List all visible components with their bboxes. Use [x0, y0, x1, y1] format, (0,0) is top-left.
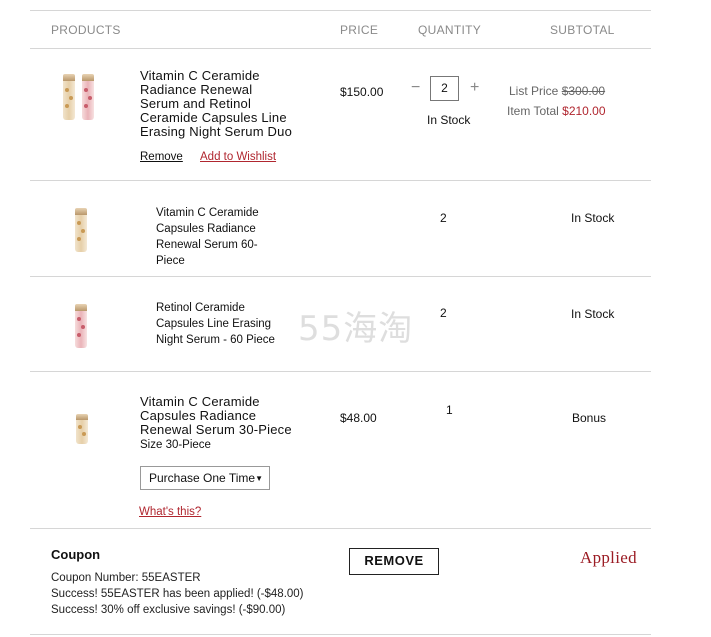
quantity-input[interactable]: 2: [430, 76, 459, 101]
whats-this-link[interactable]: What's this?: [139, 506, 201, 518]
item2-bonus-status: Bonus: [572, 411, 607, 425]
list-price-value: $300.00: [561, 84, 606, 98]
sub1-name-line: Capsules Radiance: [156, 223, 256, 235]
item2-name-line: Renewal Serum 30-Piece: [140, 422, 292, 437]
product-image-vitc-30[interactable]: [74, 414, 90, 446]
item1-list-price: List Price $300.00: [509, 84, 605, 98]
purchase-option-value: Purchase One Time: [149, 471, 256, 485]
product-image-vitc-60: [73, 208, 89, 254]
product-image-retinol-60: [73, 304, 89, 350]
sub2-name: Retinol Ceramide Capsules Line Erasing N…: [156, 300, 275, 348]
divider-row3: [30, 371, 651, 372]
item2-size: Size 30-Piece: [140, 439, 211, 451]
header-quantity: QUANTITY: [418, 23, 482, 37]
item1-item-total: Item Total $210.00: [507, 104, 606, 118]
item1-remove-link[interactable]: Remove: [140, 151, 183, 163]
sub1-name: Vitamin C Ceramide Capsules Radiance Ren…: [156, 205, 259, 269]
purchase-option-select[interactable]: Purchase One Time▼: [140, 466, 270, 490]
sub1-name-line: Renewal Serum 60-: [156, 239, 258, 251]
sub2-quantity: 2: [440, 306, 447, 320]
coupon-number: Coupon Number: 55EASTER: [51, 572, 201, 584]
divider-row2: [30, 276, 651, 277]
divider-bottom: [30, 634, 651, 635]
sub1-quantity: 2: [440, 211, 447, 225]
caret-down-icon: ▼: [255, 474, 263, 483]
item1-name-line: Erasing Night Serum Duo: [140, 124, 292, 139]
item2-name-line: Capsules Radiance: [140, 408, 257, 423]
sub2-name-line: Retinol Ceramide: [156, 302, 245, 314]
item2-quantity: 1: [446, 403, 453, 417]
item1-wishlist-link[interactable]: Add to Wishlist: [200, 151, 276, 163]
watermark: 55海淘: [298, 309, 414, 349]
sub1-name-line: Vitamin C Ceramide: [156, 207, 259, 219]
item1-name-line: Serum and Retinol: [140, 96, 252, 111]
item2-price: $48.00: [340, 411, 377, 425]
remove-coupon-button[interactable]: REMOVE: [349, 548, 439, 575]
item-total-label: Item Total: [507, 104, 559, 118]
item2-name[interactable]: Vitamin C Ceramide Capsules Radiance Ren…: [140, 395, 292, 437]
coupon-applied-status: Applied: [580, 548, 637, 567]
item-total-value: $210.00: [562, 104, 606, 118]
sub2-name-line: Night Serum - 60 Piece: [156, 334, 275, 346]
divider-top: [30, 10, 651, 11]
header-products: PRODUCTS: [51, 23, 121, 37]
item1-price: $150.00: [340, 85, 384, 99]
item1-name-line: Ceramide Capsules Line: [140, 110, 287, 125]
sub2-stock-status: In Stock: [571, 307, 615, 321]
item1-stock-status: In Stock: [427, 113, 471, 127]
header-price: PRICE: [340, 23, 379, 37]
item1-name-line: Radiance Renewal: [140, 82, 253, 97]
divider-row4: [30, 528, 651, 529]
item1-name-line: Vitamin C Ceramide: [140, 68, 260, 83]
sub1-stock-status: In Stock: [571, 211, 615, 225]
quantity-decrease-button[interactable]: −: [411, 80, 420, 96]
divider-row1: [30, 180, 651, 181]
list-price-label: List Price: [509, 84, 559, 98]
coupon-success-message: Success! 30% off exclusive savings! (-$9…: [51, 604, 286, 616]
coupon-success-message: Success! 55EASTER has been applied! (-$4…: [51, 588, 304, 600]
quantity-increase-button[interactable]: +: [470, 80, 479, 96]
product-image-duo[interactable]: [60, 72, 100, 124]
item1-name[interactable]: Vitamin C Ceramide Radiance Renewal Seru…: [140, 69, 292, 139]
sub2-name-line: Capsules Line Erasing: [156, 318, 272, 330]
sub1-name-line: Piece: [156, 255, 185, 267]
coupon-title: Coupon: [51, 547, 101, 562]
item2-name-line: Vitamin C Ceramide: [140, 394, 260, 409]
divider-header: [30, 48, 651, 49]
header-subtotal: SUBTOTAL: [550, 23, 615, 37]
